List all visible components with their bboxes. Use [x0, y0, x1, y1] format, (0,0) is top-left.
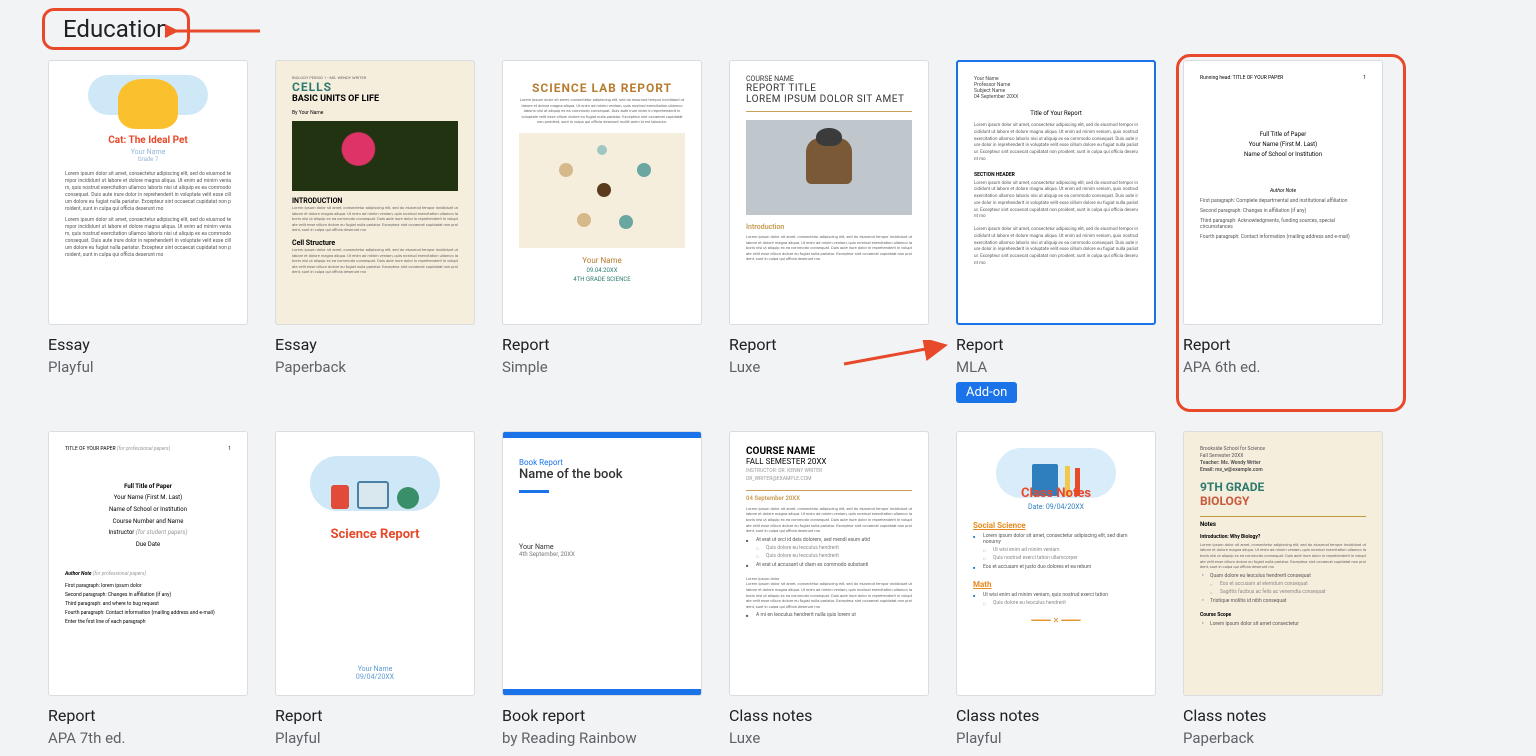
- template-thumbnail: BIOLOGY PERIOD 1 • MS. WENDY WRITER CELL…: [275, 60, 475, 325]
- template-title: Class notes: [956, 706, 1156, 727]
- template-subtitle: APA 6th ed.: [1183, 358, 1383, 376]
- template-thumbnail: Cat: The Ideal Pet Your Name Grade 7 Lor…: [48, 60, 248, 325]
- template-gallery: Cat: The Ideal Pet Your Name Grade 7 Lor…: [48, 60, 1383, 747]
- template-title: Report: [956, 335, 1156, 356]
- template-title: Report: [48, 706, 248, 727]
- template-subtitle: by Reading Rainbow: [502, 729, 702, 747]
- template-thumbnail: Book Report Name of the book Your Name 4…: [502, 431, 702, 696]
- template-subtitle: Paperback: [1183, 729, 1383, 747]
- template-subtitle: Playful: [956, 729, 1156, 747]
- template-report-mla[interactable]: Your Name Professor Name Subject Name 04…: [956, 60, 1156, 403]
- template-thumbnail: Science Report Your Name 09/04/20XX: [275, 431, 475, 696]
- template-report-apa7[interactable]: TITLE OF YOUR PAPER (for professional pa…: [48, 431, 248, 747]
- template-report-apa6[interactable]: Running head: TITLE OF YOUR PAPER 1 Full…: [1183, 60, 1383, 403]
- template-thumbnail: Running head: TITLE OF YOUR PAPER 1 Full…: [1183, 60, 1383, 325]
- template-subtitle: APA 7th ed.: [48, 729, 248, 747]
- template-title: Essay: [48, 335, 248, 356]
- template-thumbnail: TITLE OF YOUR PAPER (for professional pa…: [48, 431, 248, 696]
- template-subtitle: Simple: [502, 358, 702, 376]
- template-classnotes-luxe[interactable]: COURSE NAME FALL SEMESTER 20XX INSTRUCTO…: [729, 431, 929, 747]
- annotation-arrow-right: [840, 340, 950, 370]
- annotation-arrow-left: [165, 20, 265, 42]
- template-thumbnail: COURSE NAME FALL SEMESTER 20XX INSTRUCTO…: [729, 431, 929, 696]
- template-title: Book report: [502, 706, 702, 727]
- template-essay-paperback[interactable]: BIOLOGY PERIOD 1 • MS. WENDY WRITER CELL…: [275, 60, 475, 403]
- template-subtitle: Paperback: [275, 358, 475, 376]
- template-title: Class notes: [729, 706, 929, 727]
- template-title: Class notes: [1183, 706, 1383, 727]
- template-title: Report: [502, 335, 702, 356]
- template-essay-playful[interactable]: Cat: The Ideal Pet Your Name Grade 7 Lor…: [48, 60, 248, 403]
- template-report-simple[interactable]: SCIENCE LAB REPORT Lorem ipsum dolor sit…: [502, 60, 702, 403]
- template-title: Report: [1183, 335, 1383, 356]
- template-title: Essay: [275, 335, 475, 356]
- addon-badge: Add-on: [956, 382, 1017, 403]
- template-thumbnail: COURSE NAME REPORT TITLE LOREM IPSUM DOL…: [729, 60, 929, 325]
- template-thumbnail: Your Name Professor Name Subject Name 04…: [956, 60, 1156, 325]
- template-thumbnail: Brookside School for Science Fall Semest…: [1183, 431, 1383, 696]
- template-thumbnail: Class Notes Date: 09/04/20XX Social Scie…: [956, 431, 1156, 696]
- template-report-playful[interactable]: Science Report Your Name 09/04/20XX Repo…: [275, 431, 475, 747]
- template-subtitle: Playful: [48, 358, 248, 376]
- template-classnotes-playful[interactable]: Class Notes Date: 09/04/20XX Social Scie…: [956, 431, 1156, 747]
- template-book-report[interactable]: Book Report Name of the book Your Name 4…: [502, 431, 702, 747]
- template-title: Report: [275, 706, 475, 727]
- template-thumbnail: SCIENCE LAB REPORT Lorem ipsum dolor sit…: [502, 60, 702, 325]
- template-classnotes-paperback[interactable]: Brookside School for Science Fall Semest…: [1183, 431, 1383, 747]
- template-subtitle: Playful: [275, 729, 475, 747]
- template-subtitle: Luxe: [729, 729, 929, 747]
- template-subtitle: MLA: [956, 358, 1156, 376]
